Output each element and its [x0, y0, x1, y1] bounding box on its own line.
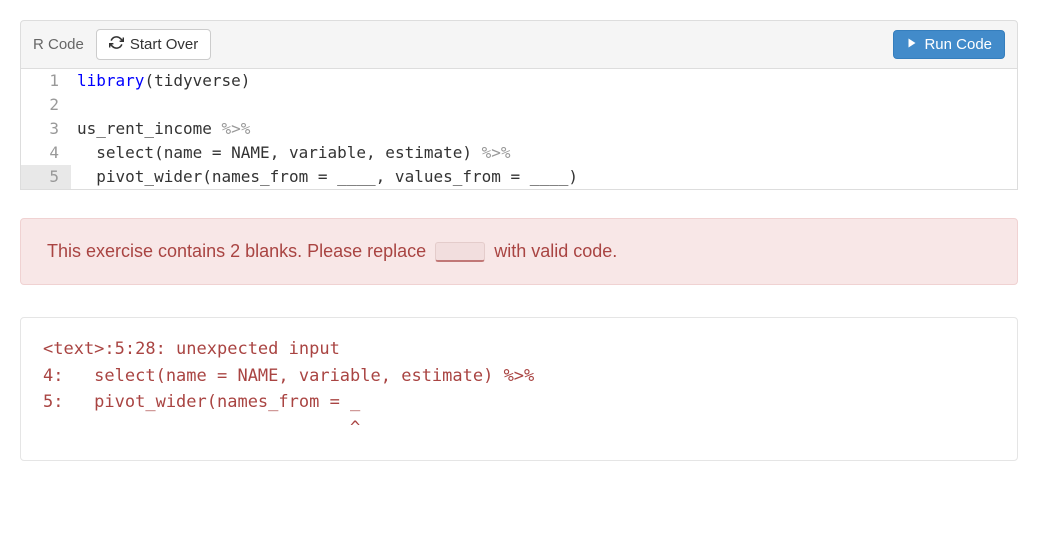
code-line[interactable]: 1library(tidyverse): [21, 69, 1017, 93]
editor-language-label: R Code: [33, 36, 84, 53]
code-line-content[interactable]: pivot_wider(names_from = ____, values_fr…: [71, 165, 1017, 189]
alert-text-after: with valid code.: [494, 241, 617, 261]
play-icon: [906, 36, 918, 53]
code-line-content[interactable]: [71, 93, 1017, 117]
run-code-button[interactable]: Run Code: [893, 30, 1005, 59]
line-number: 1: [21, 69, 71, 93]
code-line-content[interactable]: library(tidyverse): [71, 69, 1017, 93]
line-number: 2: [21, 93, 71, 117]
start-over-label: Start Over: [130, 36, 198, 53]
alert-text-before: This exercise contains 2 blanks. Please …: [47, 241, 426, 261]
error-output: <text>:5:28: unexpected input 4: select(…: [20, 317, 1018, 460]
line-number: 3: [21, 117, 71, 141]
start-over-button[interactable]: Start Over: [96, 29, 211, 60]
blank-placeholder-icon: [435, 242, 485, 262]
code-line-content[interactable]: select(name = NAME, variable, estimate) …: [71, 141, 1017, 165]
code-line[interactable]: 5 pivot_wider(names_from = ____, values_…: [21, 165, 1017, 189]
line-number: 5: [21, 165, 71, 189]
toolbar-left: R Code Start Over: [33, 29, 211, 60]
code-editor[interactable]: 1library(tidyverse)2 3us_rent_income %>%…: [20, 69, 1018, 190]
line-number: 4: [21, 141, 71, 165]
app-container: R Code Start Over Run Code: [0, 20, 1038, 461]
code-line[interactable]: 2: [21, 93, 1017, 117]
code-line[interactable]: 4 select(name = NAME, variable, estimate…: [21, 141, 1017, 165]
refresh-icon: [109, 35, 124, 54]
editor-toolbar: R Code Start Over Run Code: [20, 20, 1018, 69]
hint-alert: This exercise contains 2 blanks. Please …: [20, 218, 1018, 285]
code-line[interactable]: 3us_rent_income %>%: [21, 117, 1017, 141]
run-code-label: Run Code: [924, 36, 992, 53]
code-line-content[interactable]: us_rent_income %>%: [71, 117, 1017, 141]
